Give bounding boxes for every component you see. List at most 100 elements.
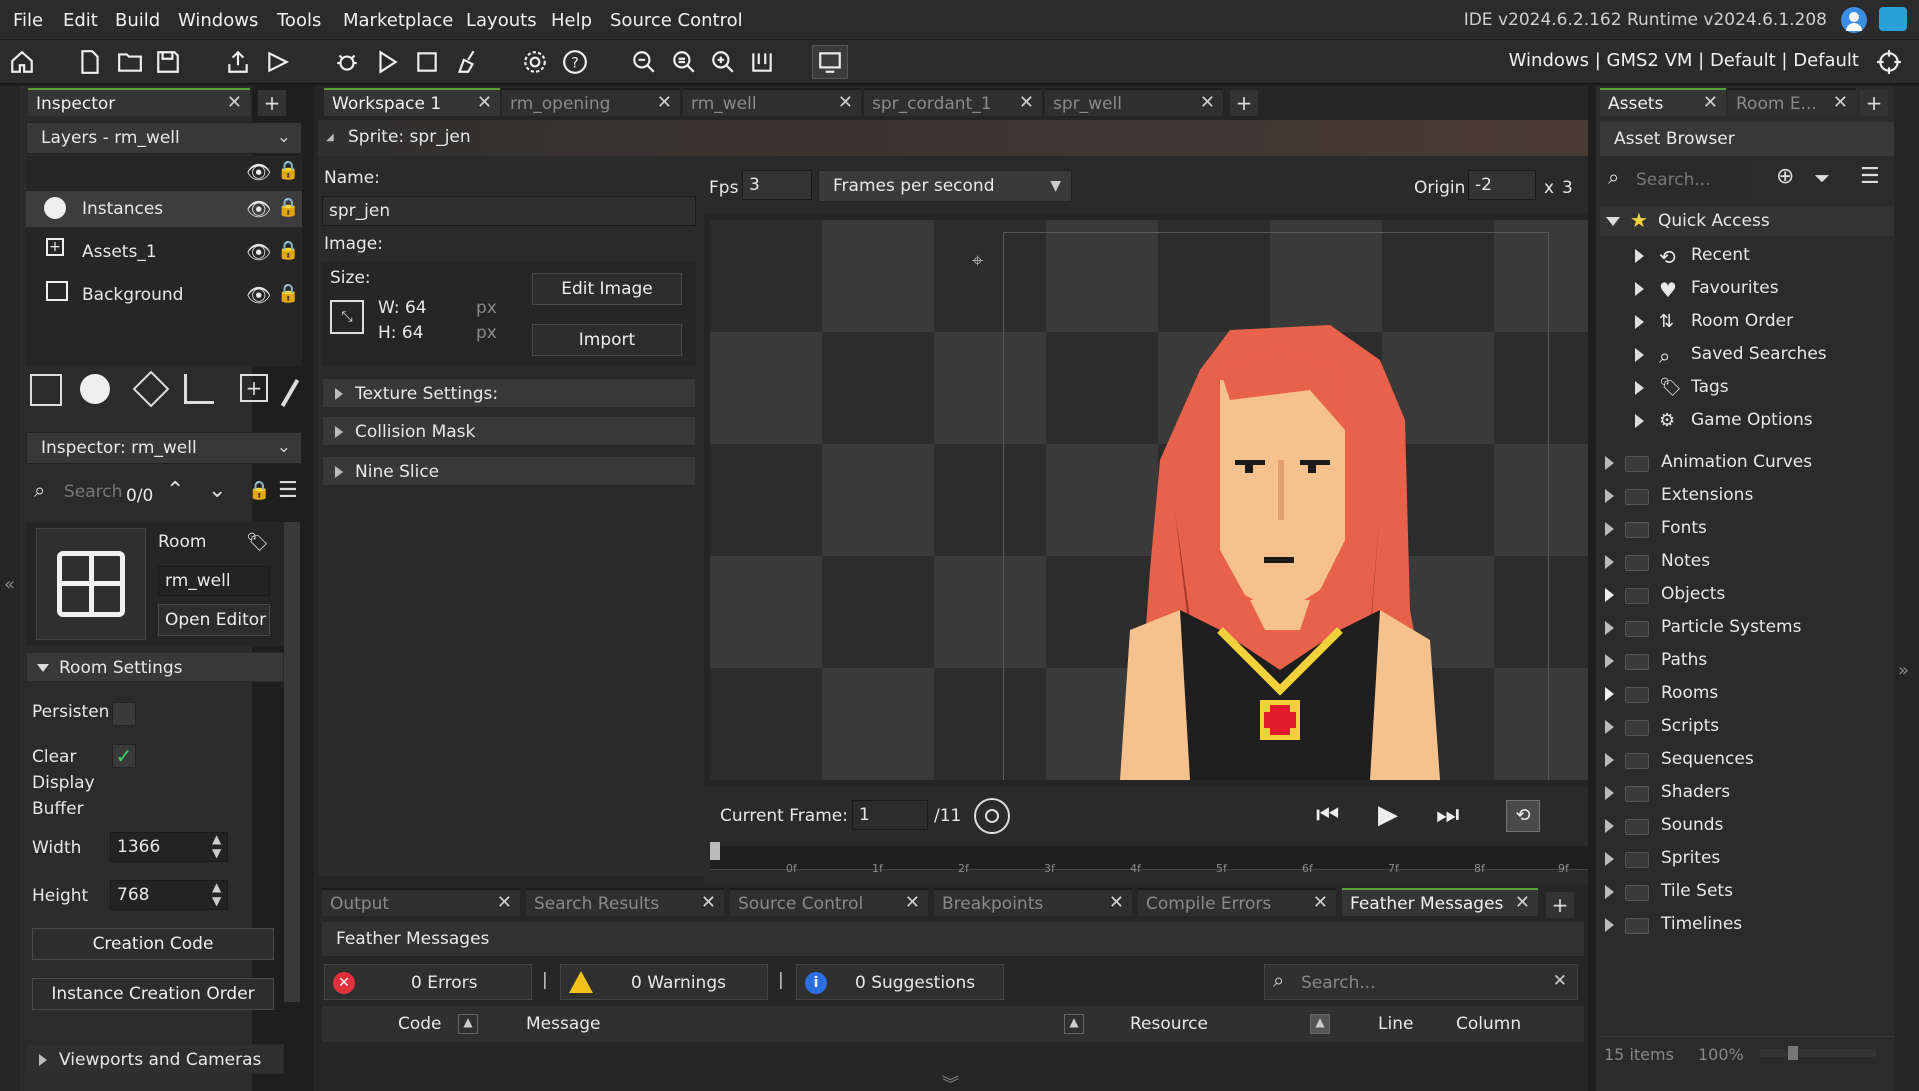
zoom-reset-icon[interactable] (668, 46, 700, 78)
tab-output[interactable]: Output ✕ (322, 888, 520, 916)
home-icon[interactable] (6, 46, 38, 78)
origin-y-value[interactable]: 3 (1562, 178, 1573, 198)
close-icon[interactable]: ✕ (497, 892, 512, 913)
width-input[interactable]: 1366 (110, 832, 228, 862)
add-output-tab-button[interactable]: + (1546, 892, 1574, 918)
open-folder-icon[interactable] (114, 46, 146, 78)
layer-background[interactable]: Background 👁 🔒 (26, 277, 302, 313)
collision-mask-header[interactable]: Collision Mask (322, 416, 696, 446)
tab-compile-errors[interactable]: Compile Errors ✕ (1138, 888, 1336, 916)
menu-tools[interactable]: Tools (277, 10, 321, 31)
lock-icon[interactable]: 🔒 (248, 480, 270, 501)
folder-sprites[interactable]: Sprites (1605, 846, 1885, 874)
close-icon[interactable]: ✕ (1200, 92, 1215, 113)
menu-build[interactable]: Build (115, 10, 160, 31)
persistent-checkbox[interactable] (112, 702, 136, 726)
eye-icon[interactable]: 👁 (246, 197, 271, 221)
quick-access-header[interactable]: ★ Quick Access (1600, 206, 1894, 236)
close-icon[interactable]: ✕ (1109, 892, 1124, 913)
eye-icon[interactable]: 👁 (246, 240, 271, 264)
suggestions-filter[interactable]: i 0 Suggestions (796, 964, 1004, 1000)
close-icon[interactable]: ✕ (1019, 92, 1034, 113)
tab-search-results[interactable]: Search Results ✕ (526, 888, 724, 916)
quick-recent[interactable]: ⟲ Recent (1635, 243, 1885, 271)
menu-windows[interactable]: Windows (178, 10, 258, 31)
lock-icon[interactable]: 🔒 (277, 160, 299, 181)
layers-dropdown[interactable]: Layers - rm_well ⌄ (26, 122, 302, 154)
column-code[interactable]: Code (398, 1014, 442, 1034)
loop-icon[interactable]: ⟲ (1506, 800, 1540, 832)
folder-sequences[interactable]: Sequences (1605, 747, 1885, 775)
eye-icon[interactable]: 👁 (246, 160, 271, 184)
errors-filter[interactable]: ✕ 0 Errors (324, 964, 532, 1000)
folder-fonts[interactable]: Fonts (1605, 516, 1885, 544)
close-icon[interactable]: ✕ (477, 92, 492, 113)
add-path-layer-icon[interactable] (184, 374, 214, 404)
export-icon[interactable] (222, 46, 254, 78)
menu-file[interactable]: File (13, 10, 43, 31)
close-icon[interactable]: ✕ (1703, 92, 1718, 113)
add-asset-tab-button[interactable]: + (1860, 90, 1888, 116)
chevron-down-icon[interactable]: ⌄ (208, 478, 226, 503)
menu-source-control[interactable]: Source Control (610, 10, 743, 31)
close-icon[interactable]: ✕ (701, 892, 716, 913)
last-frame-icon[interactable]: ⏭ (1436, 800, 1459, 831)
add-tile-layer-icon[interactable] (132, 370, 170, 408)
tab-source-control[interactable]: Source Control ✕ (730, 888, 928, 916)
texture-settings-header[interactable]: Texture Settings: (322, 378, 696, 408)
creation-code-button[interactable]: Creation Code (32, 928, 274, 960)
menu-icon[interactable]: ☰ (1860, 164, 1880, 189)
add-workspace-tab-button[interactable]: + (1230, 90, 1258, 116)
folder-shaders[interactable]: Shaders (1605, 780, 1885, 808)
current-frame-input[interactable]: 1 (852, 800, 928, 830)
tab-room-editor[interactable]: Room E... ✕ (1728, 88, 1856, 116)
add-asset-layer-icon[interactable]: + (240, 374, 268, 402)
target-config[interactable]: Windows | GMS2 VM | Default | Default (1509, 50, 1859, 71)
tab-assets[interactable]: Assets ✕ (1600, 88, 1726, 116)
layer-instances[interactable]: Instances 👁 🔒 (26, 191, 302, 227)
menu-layouts[interactable]: Layouts (466, 10, 537, 31)
menu-help[interactable]: Help (551, 10, 592, 31)
close-icon[interactable]: ✕ (657, 92, 672, 113)
folder-timelines[interactable]: Timelines (1605, 912, 1885, 940)
folder-objects[interactable]: Objects (1605, 582, 1885, 610)
folder-paths[interactable]: Paths (1605, 648, 1885, 676)
filter-icon[interactable]: ⏷ (1814, 166, 1830, 190)
debug-icon[interactable] (331, 46, 363, 78)
layer-assets[interactable]: + Assets_1 👁 🔒 (26, 234, 302, 270)
viewports-header[interactable]: Viewports and Cameras (26, 1044, 284, 1074)
instance-creation-order-button[interactable]: Instance Creation Order (32, 978, 274, 1010)
settings-gear-icon[interactable] (519, 46, 551, 78)
column-line[interactable]: Line (1378, 1014, 1413, 1034)
room-name-input[interactable]: rm_well (158, 566, 270, 596)
width-stepper[interactable]: ▲ ▼ (212, 832, 221, 860)
inspector-scrollbar[interactable] (284, 522, 300, 1002)
close-icon[interactable]: ✕ (1833, 92, 1848, 113)
height-stepper[interactable]: ▲ ▼ (212, 880, 221, 908)
folder-notes[interactable]: Notes (1605, 549, 1885, 577)
edit-image-button[interactable]: Edit Image (532, 273, 682, 305)
menu-edit[interactable]: Edit (63, 10, 98, 31)
column-message[interactable]: Message (526, 1014, 601, 1034)
clean-icon[interactable] (450, 46, 482, 78)
chat-icon[interactable] (1879, 7, 1907, 31)
column-resource[interactable]: Resource (1130, 1014, 1208, 1034)
first-frame-icon[interactable]: ⏮ (1316, 800, 1339, 831)
inspector-search[interactable]: ⌕ Search (26, 476, 122, 508)
folder-sounds[interactable]: Sounds (1605, 813, 1885, 841)
sprite-window-header[interactable]: ◢ Sprite: spr_jen (318, 120, 1588, 156)
help-icon[interactable]: ? (559, 46, 591, 78)
tab-rm-well[interactable]: rm_well ✕ (683, 88, 861, 116)
sort-icon[interactable]: ▲ (458, 1014, 478, 1034)
stop-icon[interactable] (411, 46, 443, 78)
fps-mode-dropdown[interactable]: Frames per second ▼ (818, 170, 1072, 202)
tab-breakpoints[interactable]: Breakpoints ✕ (934, 888, 1132, 916)
save-icon[interactable] (152, 46, 184, 78)
open-editor-button[interactable]: Open Editor (158, 604, 270, 636)
import-button[interactable]: Import (532, 324, 682, 356)
collapse-right-icon[interactable]: » (1898, 660, 1909, 681)
monitor-icon[interactable] (812, 45, 848, 79)
tab-spr-cordant-1[interactable]: spr_cordant_1 ✕ (864, 88, 1042, 116)
quick-tags[interactable]: 🏷 Tags (1635, 375, 1885, 403)
folder-rooms[interactable]: Rooms (1605, 681, 1885, 709)
